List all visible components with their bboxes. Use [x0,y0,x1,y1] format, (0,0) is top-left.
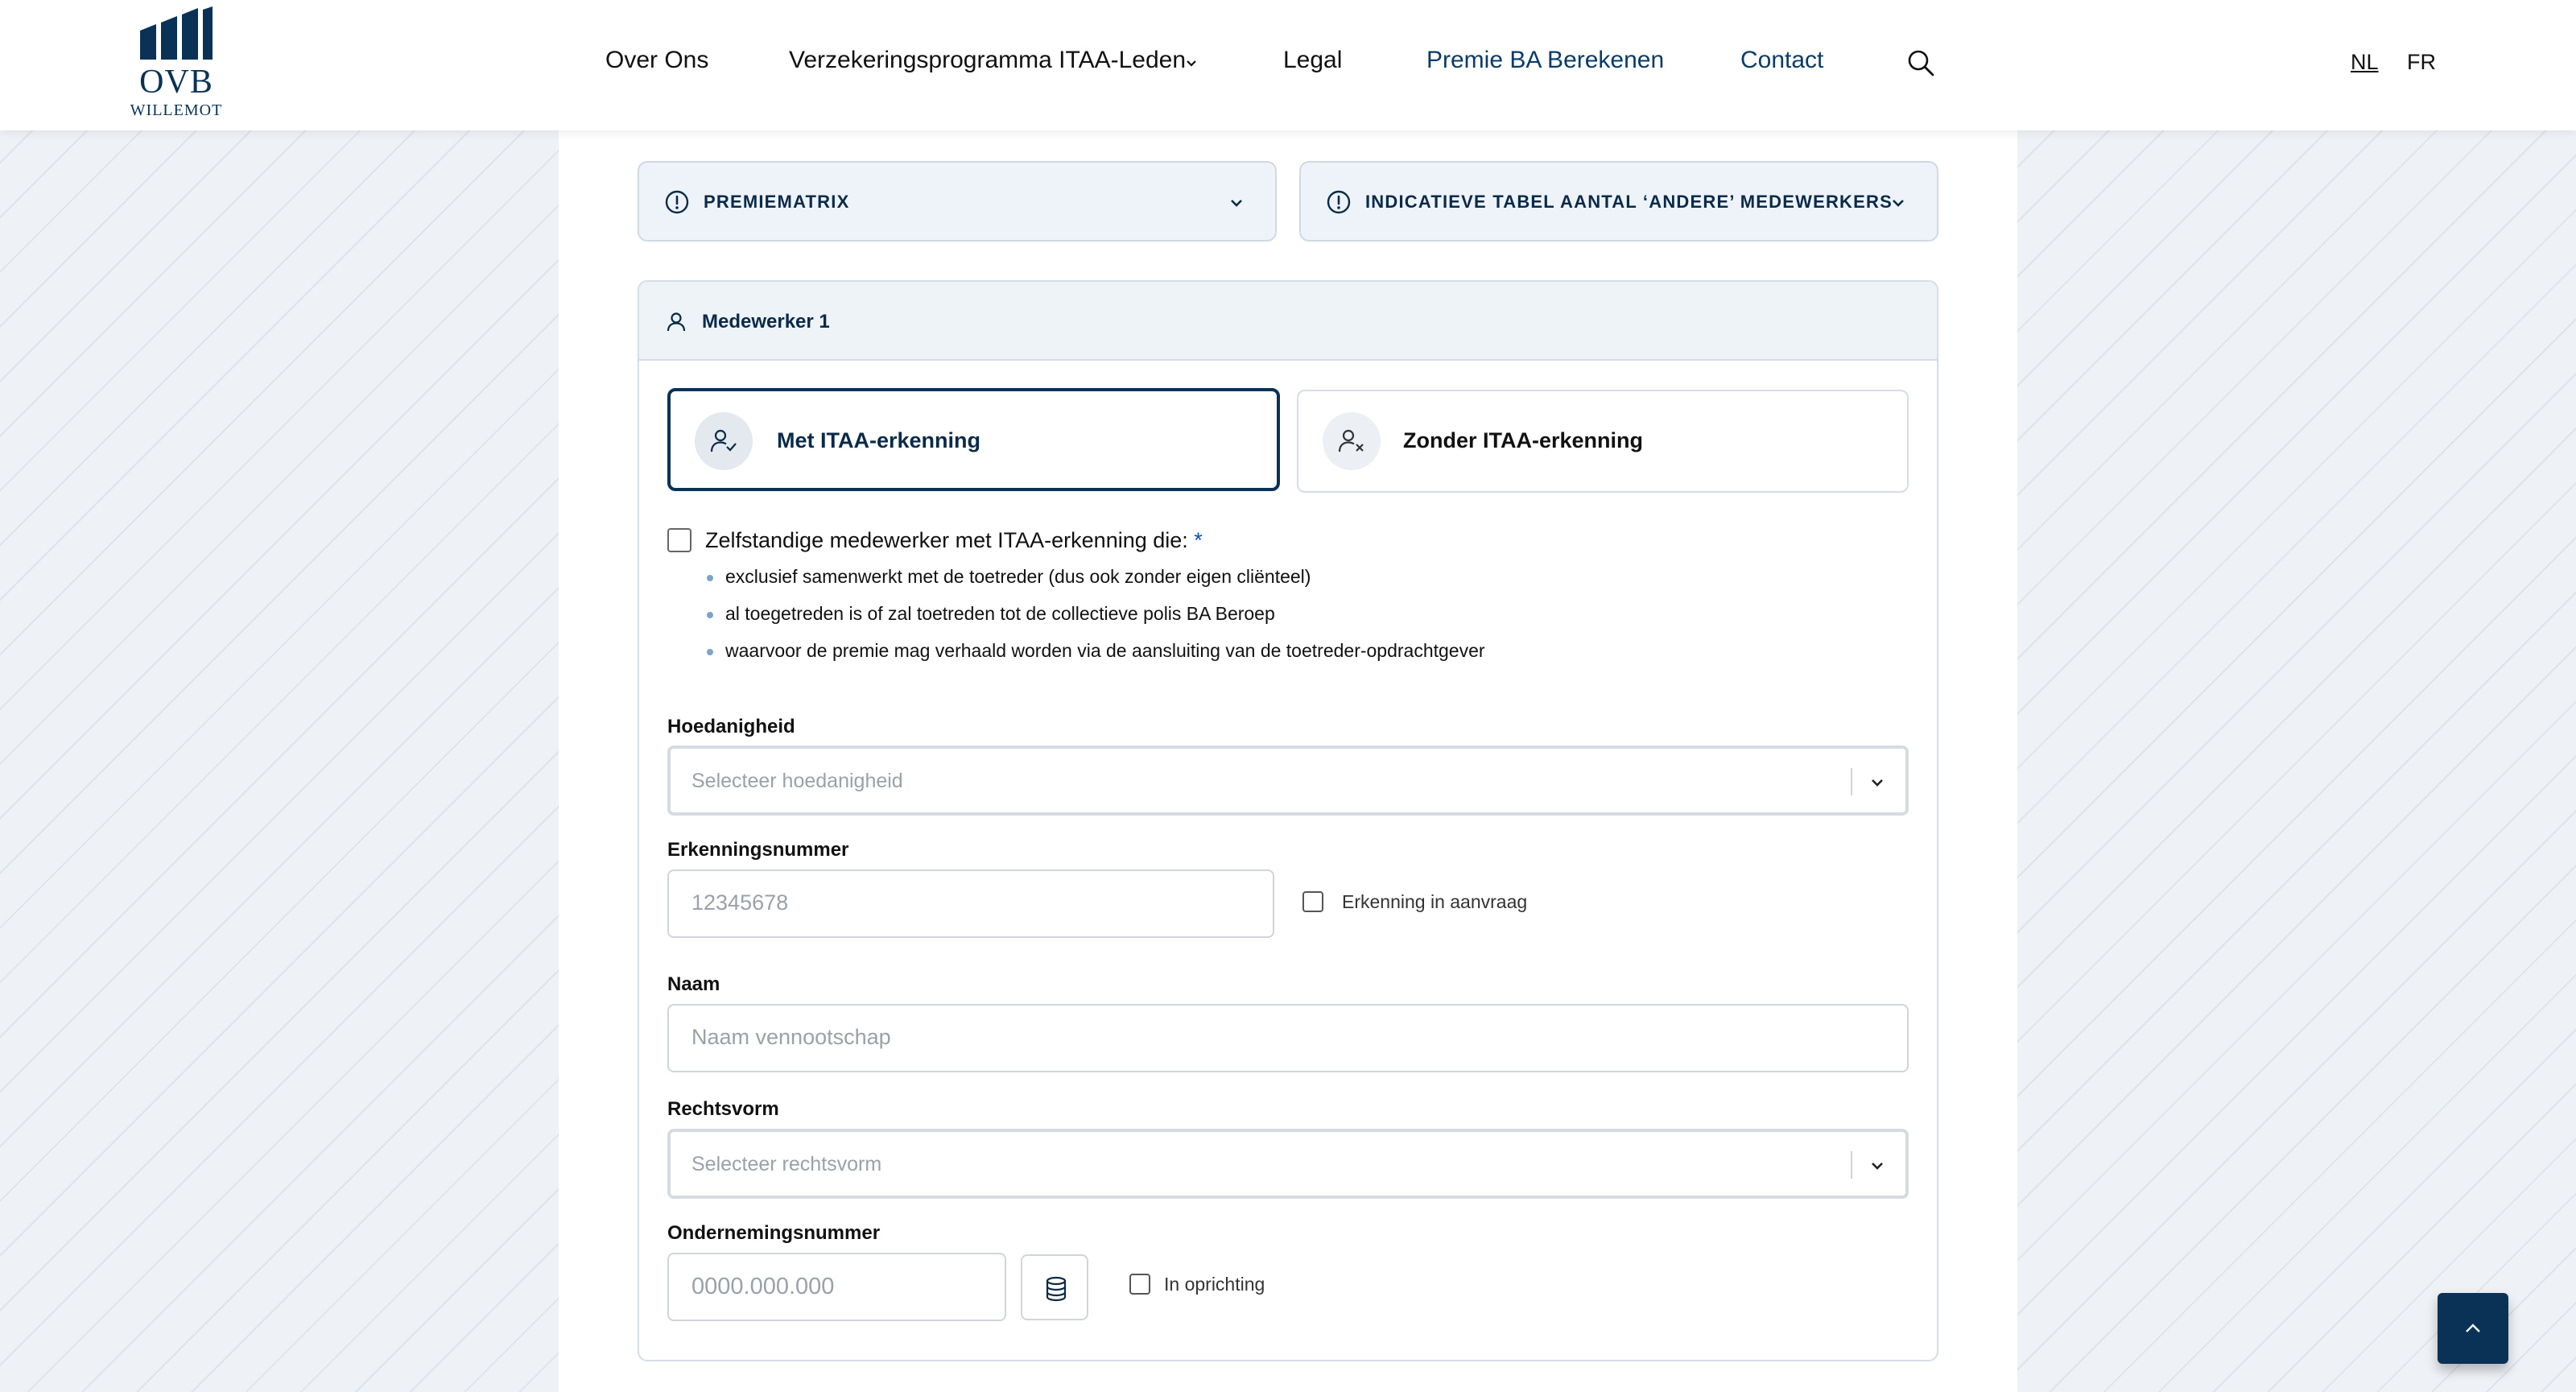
required-mark: * [1194,528,1203,552]
declaration-checkbox[interactable] [667,528,691,552]
info-icon [665,190,689,214]
bullet-dot [707,575,713,581]
declaration-text: Zelfstandige medewerker met ITAA-erkenni… [705,528,1188,552]
bullet-dot [707,612,713,618]
nav-legal[interactable]: Legal [1283,47,1342,74]
in-oprichting-label: In oprichting [1164,1274,1265,1295]
back-to-top-button[interactable] [2438,1293,2508,1364]
naam-input[interactable]: Naam vennootschap [667,1004,1909,1072]
card-header: Medewerker 1 [639,282,1937,361]
input-placeholder: 0000.000.000 [691,1274,835,1299]
info-icon [1327,190,1351,214]
hoedanigheid-select[interactable]: Selecteer hoedanigheid [667,746,1909,816]
logo-text: OVB [139,64,213,101]
lang-nl[interactable]: NL [2351,50,2379,75]
chevron-down-icon [1893,200,1904,207]
user-x-icon [1338,429,1364,452]
declaration-label: Zelfstandige medewerker met ITAA-erkenni… [705,528,1203,553]
input-placeholder: Naam vennootschap [691,1025,891,1049]
select-separator [1851,768,1852,795]
database-icon [1046,1276,1067,1302]
select-separator [1851,1151,1852,1179]
accordion-label: INDICATIEVE TABEL AANTAL ‘ANDERE’ MEDEWE… [1365,192,1893,212]
lang-fr[interactable]: FR [2407,50,2436,75]
ondernemingsnummer-label: Ondernemingsnummer [667,1222,881,1244]
chevron-down-icon [1872,779,1883,787]
search-icon[interactable] [1906,48,1935,77]
declaration-bullet: waarvoor de premie mag verhaald worden v… [725,640,1485,661]
logo-bars-icon [140,6,213,60]
in-oprichting-checkbox[interactable] [1129,1274,1150,1295]
ovb-logo[interactable]: OVB WILLEMOT [127,6,225,121]
option-icon-circle [1323,412,1381,470]
rechtsvorm-select[interactable]: Selecteer rechtsvorm [667,1129,1909,1199]
select-placeholder: Selecteer hoedanigheid [691,770,903,792]
kbo-lookup-button[interactable] [1021,1254,1088,1320]
card-title: Medewerker 1 [702,311,830,333]
accordion-indicatieve-tabel[interactable]: INDICATIEVE TABEL AANTAL ‘ANDERE’ MEDEWE… [1299,161,1938,242]
erkenningsnummer-input[interactable]: 12345678 [667,869,1274,938]
chevron-down-icon [1872,1163,1883,1170]
declaration-bullet: exclusief samenwerkt met de toetreder (d… [725,566,1311,587]
logo-subtext: WILLEMOT [130,101,223,119]
naam-label: Naam [667,973,720,995]
hoedanigheid-label: Hoedanigheid [667,716,795,737]
nav-verzekeringsprogramma[interactable]: Verzekeringsprogramma ITAA-Leden [789,47,1186,74]
option-icon-circle [695,412,753,470]
option-label: Zonder ITAA-erkenning [1403,428,1644,452]
option-label: Met ITAA-erkenning [777,428,981,452]
top-navbar: OVB WILLEMOT Over Ons Verzekeringsprogra… [0,0,2576,130]
bullet-dot [707,649,713,655]
rechtsvorm-label: Rechtsvorm [667,1098,779,1120]
erkenning-in-aanvraag-checkbox[interactable] [1302,891,1323,912]
nav-over-ons[interactable]: Over Ons [605,47,708,74]
user-icon [667,312,686,332]
chevron-down-icon[interactable] [1183,55,1199,71]
declaration-bullet: al toegetreden is of zal toetreden tot d… [725,603,1275,624]
accordion-premiematrix[interactable]: PREMIEMATRIX [638,161,1277,242]
user-check-icon [710,429,737,452]
chevron-up-icon [2466,1324,2480,1332]
nav-premie-ba-berekenen[interactable]: Premie BA Berekenen [1426,47,1664,74]
select-placeholder: Selecteer rechtsvorm [691,1153,882,1175]
chevron-down-icon [1231,200,1242,207]
input-placeholder: 12345678 [691,890,789,915]
nav-contact[interactable]: Contact [1740,47,1823,74]
erkenning-in-aanvraag-label: Erkenning in aanvraag [1342,891,1528,912]
ondernemingsnummer-input[interactable]: 0000.000.000 [667,1253,1006,1321]
option-zonder-itaa-erkenning[interactable]: Zonder ITAA-erkenning [1297,390,1909,493]
accordion-label: PREMIEMATRIX [704,192,850,212]
option-met-itaa-erkenning[interactable]: Met ITAA-erkenning [667,388,1280,491]
erkenningsnummer-label: Erkenningsnummer [667,839,849,861]
